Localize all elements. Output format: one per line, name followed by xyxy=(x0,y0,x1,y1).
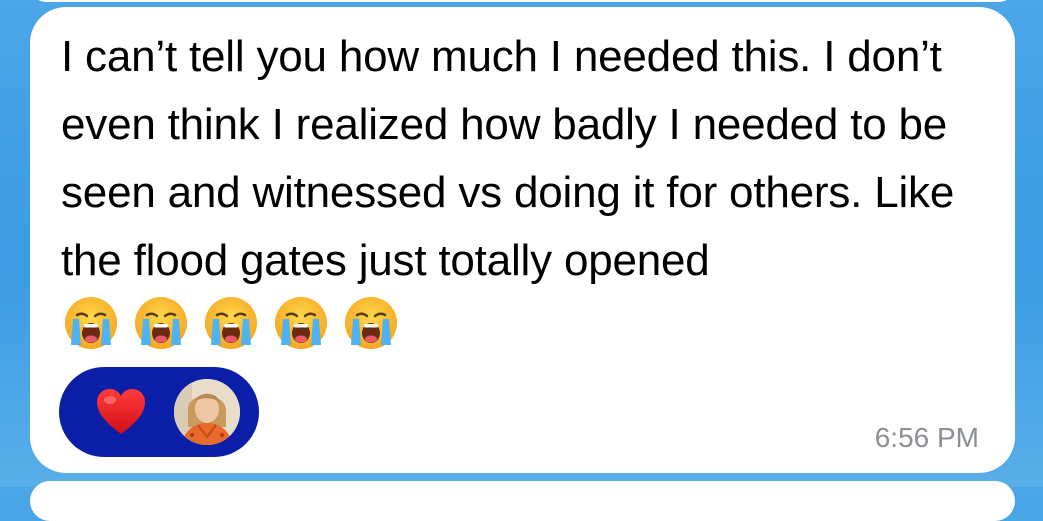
heart-icon xyxy=(95,387,147,437)
loudly-crying-face-icon xyxy=(133,295,189,351)
next-message-bubble[interactable] xyxy=(30,481,1015,521)
previous-message-bubble[interactable] xyxy=(30,0,1015,2)
message-bubble[interactable]: I can’t tell you how much I needed this.… xyxy=(30,7,1015,473)
loudly-crying-face-icon xyxy=(343,295,399,351)
emoji-row xyxy=(63,295,413,371)
reaction-pill[interactable] xyxy=(59,367,259,457)
message-body: I can’t tell you how much I needed this.… xyxy=(61,32,955,285)
avatar[interactable] xyxy=(174,379,240,445)
loudly-crying-face-icon xyxy=(63,295,119,351)
loudly-crying-face-icon xyxy=(203,295,259,351)
message-text: I can’t tell you how much I needed this.… xyxy=(61,23,996,371)
loudly-crying-face-icon xyxy=(273,295,329,351)
message-timestamp: 6:56 PM xyxy=(874,422,979,453)
